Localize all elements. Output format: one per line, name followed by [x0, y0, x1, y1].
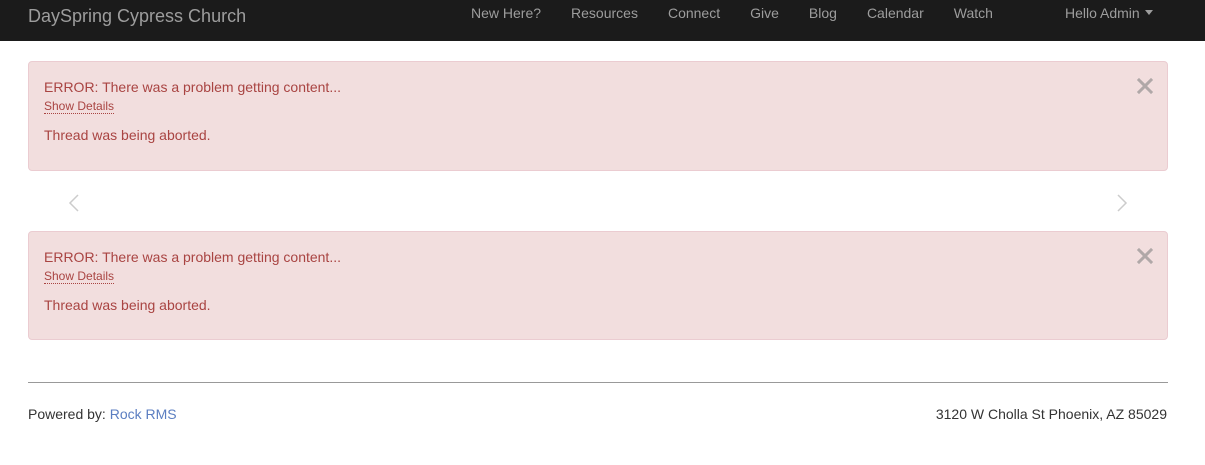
nav-link-blog[interactable]: Blog [809, 3, 837, 23]
nav-link-new-here[interactable]: New Here? [471, 3, 541, 23]
show-details-link[interactable]: Show Details [44, 99, 115, 114]
user-menu-toggle[interactable]: Hello Admin [1065, 3, 1153, 23]
error-alert: ERROR: There was a problem getting conte… [28, 61, 1168, 171]
alert-message: Thread was being aborted. [44, 297, 211, 313]
user-menu: Hello Admin [1065, 0, 1153, 41]
chevron-right-icon[interactable] [1115, 193, 1129, 213]
nav-item-connect: Connect [653, 5, 735, 31]
nav-link-watch[interactable]: Watch [954, 3, 993, 23]
chevron-left-icon[interactable] [67, 193, 81, 213]
error-alert: ERROR: There was a problem getting conte… [28, 231, 1168, 340]
alert-message: Thread was being aborted. [44, 127, 211, 143]
close-icon[interactable] [1137, 248, 1153, 264]
nav-link-give[interactable]: Give [750, 3, 779, 23]
alert-title: ERROR: There was a problem getting conte… [44, 249, 341, 265]
footer-address: 3120 W Cholla St Phoenix, AZ 85029 [935, 406, 1167, 422]
brand-link[interactable]: DaySpring Cypress Church [28, 6, 246, 26]
nav-item-new-here: New Here? [456, 5, 556, 31]
show-details-link[interactable]: Show Details [44, 269, 115, 284]
rock-rms-link[interactable]: Rock RMS [110, 406, 177, 422]
nav-link-connect[interactable]: Connect [668, 3, 720, 23]
nav-link-resources[interactable]: Resources [571, 3, 638, 23]
nav-item-watch: Watch [939, 5, 1008, 31]
alert-title: ERROR: There was a problem getting conte… [44, 79, 341, 95]
powered-by-label: Powered by: [28, 406, 110, 422]
nav-item-resources: Resources [556, 5, 653, 31]
footer-divider [28, 382, 1168, 383]
navbar: DaySpring Cypress Church New Here? Resou… [0, 0, 1205, 41]
nav-item-blog: Blog [794, 5, 852, 31]
main-nav: New Here? Resources Connect Give Blog Ca… [456, 0, 1008, 41]
nav-link-calendar[interactable]: Calendar [867, 3, 924, 23]
powered-by: Powered by: Rock RMS [28, 406, 177, 422]
nav-item-calendar: Calendar [852, 5, 939, 31]
close-icon[interactable] [1137, 78, 1153, 94]
user-menu-label: Hello Admin [1065, 4, 1140, 21]
nav-item-give: Give [735, 5, 794, 31]
caret-down-icon [1144, 10, 1153, 15]
